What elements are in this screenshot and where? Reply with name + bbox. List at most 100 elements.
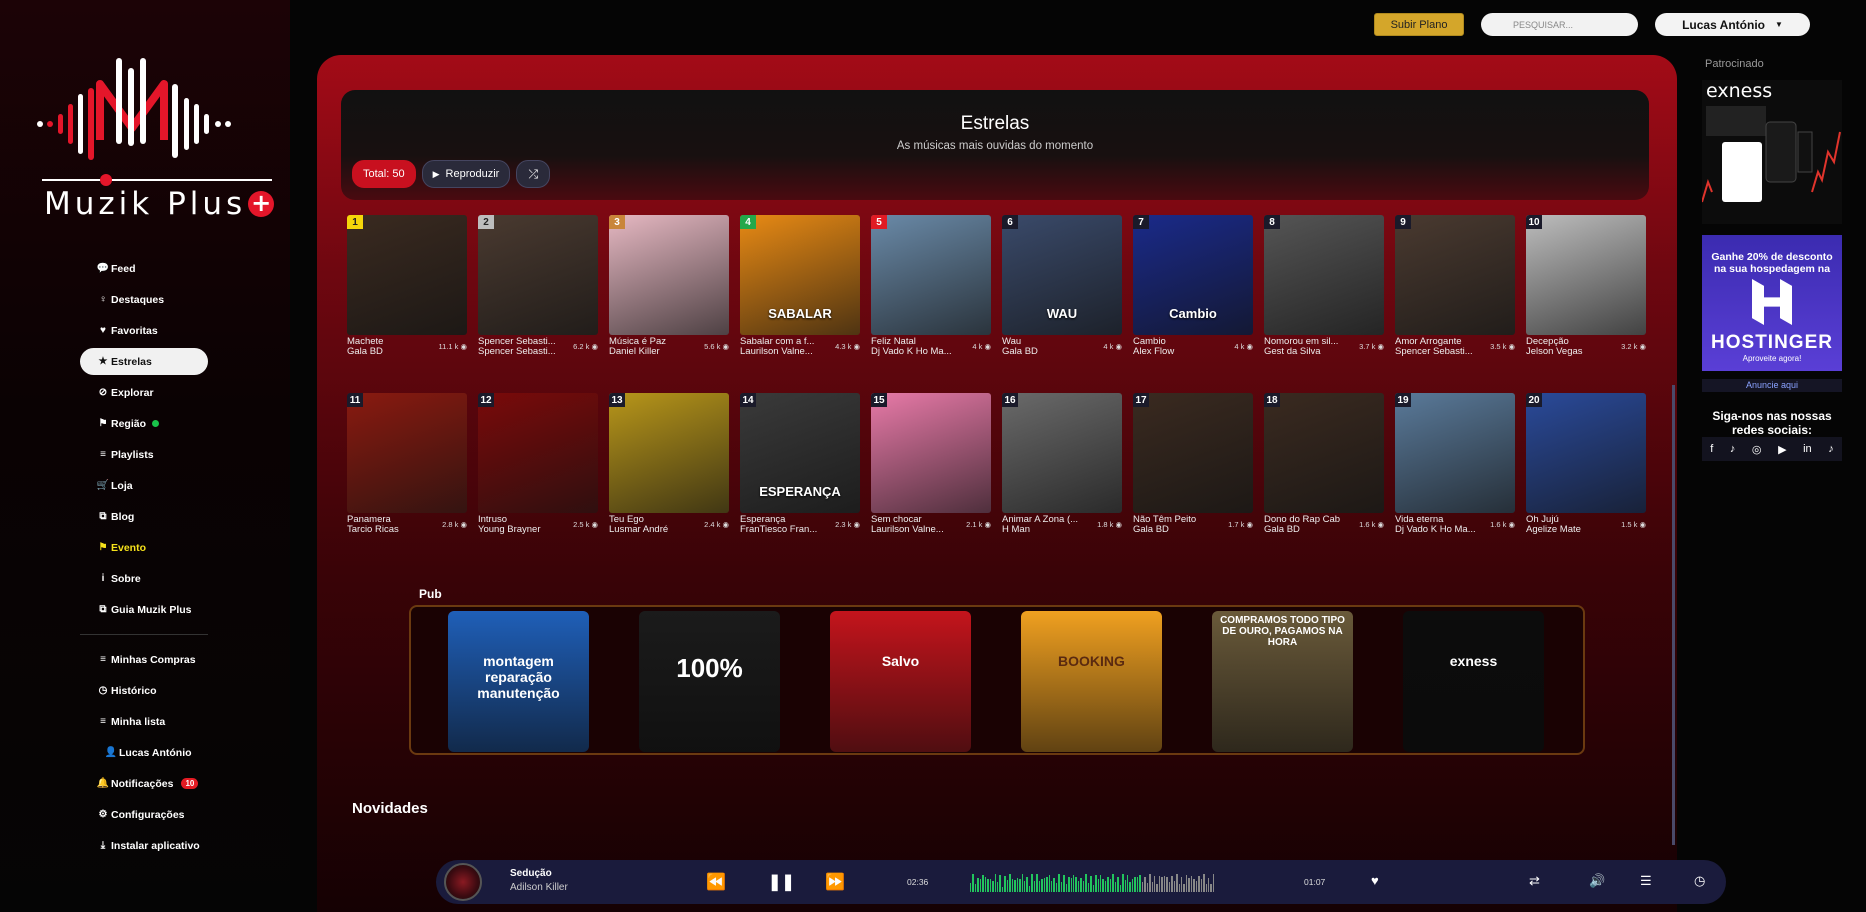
track-cover[interactable]: 3: [609, 215, 729, 335]
track-card[interactable]: 5 Feliz Natal Dj Vado K Ho Ma... 4 k ◉: [871, 215, 991, 357]
track-card[interactable]: 13 Teu Ego Lusmar André 2.4 k ◉: [609, 393, 729, 535]
sidebar-item-loja[interactable]: 🛒 Loja: [80, 470, 208, 501]
pub-ad[interactable]: Salvo: [830, 611, 971, 752]
youtube-icon[interactable]: ▶: [1778, 443, 1786, 456]
sidebar-item-notifica-es[interactable]: 🔔 Notificações 10: [80, 768, 208, 799]
track-cover[interactable]: 2: [478, 215, 598, 335]
track-cover[interactable]: 6 WAU: [1002, 215, 1122, 335]
track-card[interactable]: 3 Música é Paz Daniel Killer 5.6 k ◉: [609, 215, 729, 357]
scrollbar[interactable]: [1672, 385, 1675, 845]
sidebar-item-instalar-aplicativo[interactable]: ⤓ Instalar aplicativo: [80, 830, 208, 861]
track-card[interactable]: 4 SABALAR Sabalar com a f... Laurilson Valn…: [740, 215, 860, 357]
muzik-plus-logo[interactable]: Muzik Plus +: [36, 58, 281, 228]
track-cover[interactable]: 4 SABALAR: [740, 215, 860, 335]
track-artist[interactable]: Tarcio Ricas: [347, 525, 443, 535]
sidebar-item-estrelas[interactable]: ★ Estrelas: [80, 348, 208, 375]
user-menu-button[interactable]: Lucas António ▼: [1655, 13, 1810, 36]
track-card[interactable]: 11 Panamera Tarcio Ricas 2.8 k ◉: [347, 393, 467, 535]
track-card[interactable]: 18 Dono do Rap Cab Gala BD 1.6 k ◉: [1264, 393, 1384, 535]
track-card[interactable]: 9 Amor Arrogante Spencer Sebasti... 3.5 k ◉: [1395, 215, 1515, 357]
track-title[interactable]: Wau: [1002, 337, 1098, 347]
track-card[interactable]: 7 Cambio Cambio Alex Flow 4 k ◉: [1133, 215, 1253, 357]
tiktok-icon[interactable]: ♪: [1828, 443, 1834, 455]
track-title[interactable]: Panamera: [347, 515, 443, 525]
track-artist[interactable]: FranTiesco Fran...: [740, 525, 836, 535]
track-card[interactable]: 14 ESPERANÇA Esperança FranTiesco Fran... 2.…: [740, 393, 860, 535]
track-card[interactable]: 17 Não Têm Peito Gala BD 1.7 k ◉: [1133, 393, 1253, 535]
sidebar-item-playlists[interactable]: ≡ Playlists: [80, 439, 208, 470]
pub-ad[interactable]: COMPRAMOS TODO TIPO DE OURO, PAGAMOS NA …: [1212, 611, 1353, 752]
facebook-icon[interactable]: f: [1710, 443, 1713, 455]
track-artist[interactable]: Laurilson Valne...: [740, 347, 836, 357]
track-title[interactable]: Amor Arrogante: [1395, 337, 1491, 347]
shuffle-button[interactable]: ⤮: [516, 160, 551, 188]
track-artist[interactable]: Gala BD: [347, 347, 443, 357]
sidebar-item-configura-es[interactable]: ⚙ Configurações: [80, 799, 208, 830]
track-title[interactable]: Animar A Zona (...: [1002, 515, 1098, 525]
track-title[interactable]: Sem chocar: [871, 515, 967, 525]
track-artist[interactable]: Laurilson Valne...: [871, 525, 967, 535]
track-cover[interactable]: 1: [347, 215, 467, 335]
sidebar-item-minha-lista[interactable]: ≡ Minha lista: [80, 706, 208, 737]
track-artist[interactable]: Agelize Mate: [1526, 525, 1622, 535]
track-card[interactable]: 16 Animar A Zona (... H Man 1.8 k ◉: [1002, 393, 1122, 535]
track-artist[interactable]: Jelson Vegas: [1526, 347, 1622, 357]
timer-icon[interactable]: ◷: [1694, 873, 1705, 889]
track-card[interactable]: 10 Decepção Jelson Vegas 3.2 k ◉: [1526, 215, 1646, 357]
track-artist[interactable]: Dj Vado K Ho Ma...: [871, 347, 967, 357]
subscribe-button[interactable]: Subir Plano: [1374, 13, 1464, 36]
track-title[interactable]: Decepção: [1526, 337, 1622, 347]
track-artist[interactable]: Gala BD: [1133, 525, 1229, 535]
sidebar-item-lucas-ant-nio[interactable]: 👤 Lucas António: [80, 737, 208, 768]
track-artist[interactable]: Dj Vado K Ho Ma...: [1395, 525, 1491, 535]
track-title[interactable]: Dono do Rap Cab: [1264, 515, 1360, 525]
track-cover[interactable]: 7 Cambio: [1133, 215, 1253, 335]
track-title[interactable]: Intruso: [478, 515, 574, 525]
track-card[interactable]: 2 Spencer Sebasti... Spencer Sebasti... 6.2…: [478, 215, 598, 357]
track-title[interactable]: Oh Jujú: [1526, 515, 1622, 525]
progress-waveform[interactable]: [970, 872, 1215, 892]
track-card[interactable]: 6 WAU Wau Gala BD 4 k ◉: [1002, 215, 1122, 357]
play-all-button[interactable]: ▶ Reproduzir: [421, 160, 511, 188]
track-cover[interactable]: 13: [609, 393, 729, 513]
hostinger-ad[interactable]: Ganhe 20% de desconto na sua hospedagem …: [1702, 235, 1842, 371]
linkedin-icon[interactable]: in: [1803, 443, 1812, 455]
sidebar-item-minhas-compras[interactable]: ≡ Minhas Compras: [80, 644, 208, 675]
track-cover[interactable]: 18: [1264, 393, 1384, 513]
track-cover[interactable]: 17: [1133, 393, 1253, 513]
track-cover[interactable]: 16: [1002, 393, 1122, 513]
track-card[interactable]: 12 Intruso Young Brayner 2.5 k ◉: [478, 393, 598, 535]
sidebar-item-hist-rico[interactable]: ◷ Histórico: [80, 675, 208, 706]
track-cover[interactable]: 19: [1395, 393, 1515, 513]
track-title[interactable]: Nomorou em sil...: [1264, 337, 1360, 347]
sidebar-item-destaques[interactable]: ♀ Destaques: [80, 284, 208, 315]
sidebar-item-sobre[interactable]: i Sobre: [80, 563, 208, 594]
track-card[interactable]: 1 Machete Gala BD 11.1 k ◉: [347, 215, 467, 357]
fast-forward-icon[interactable]: ⏩: [825, 872, 845, 892]
track-title[interactable]: Esperança: [740, 515, 836, 525]
sidebar-item-feed[interactable]: 💬 Feed: [80, 253, 208, 284]
volume-icon[interactable]: 🔊: [1589, 873, 1605, 889]
track-title[interactable]: Feliz Natal: [871, 337, 967, 347]
pub-ad[interactable]: montagem reparação manutenção: [448, 611, 589, 752]
track-artist[interactable]: Daniel Killer: [609, 347, 705, 357]
sidebar-item-guia-muzik-plus[interactable]: ⧉ Guia Muzik Plus: [80, 594, 208, 625]
track-card[interactable]: 20 Oh Jujú Agelize Mate 1.5 k ◉: [1526, 393, 1646, 535]
search-input[interactable]: [1481, 13, 1638, 36]
track-artist[interactable]: Gala BD: [1002, 347, 1098, 357]
exness-ad[interactable]: exness: [1702, 80, 1842, 224]
track-title[interactable]: Música é Paz: [609, 337, 705, 347]
track-title[interactable]: Spencer Sebasti...: [478, 337, 574, 347]
track-card[interactable]: 19 Vida eterna Dj Vado K Ho Ma... 1.6 k ◉: [1395, 393, 1515, 535]
track-cover[interactable]: 12: [478, 393, 598, 513]
sidebar-item-favoritas[interactable]: ♥ Favoritas: [80, 315, 208, 346]
tiktok-icon[interactable]: ♪: [1730, 443, 1736, 455]
track-title[interactable]: Teu Ego: [609, 515, 705, 525]
pub-ad[interactable]: BOOKING: [1021, 611, 1162, 752]
track-cover[interactable]: 9: [1395, 215, 1515, 335]
track-artist[interactable]: Gala BD: [1264, 525, 1360, 535]
track-card[interactable]: 8 Nomorou em sil... Gest da Silva 3.7 k ◉: [1264, 215, 1384, 357]
now-playing-cover[interactable]: [444, 863, 482, 901]
instagram-icon[interactable]: ◎: [1752, 443, 1762, 456]
sidebar-item-regi-o[interactable]: ⚑ Região: [80, 408, 208, 439]
